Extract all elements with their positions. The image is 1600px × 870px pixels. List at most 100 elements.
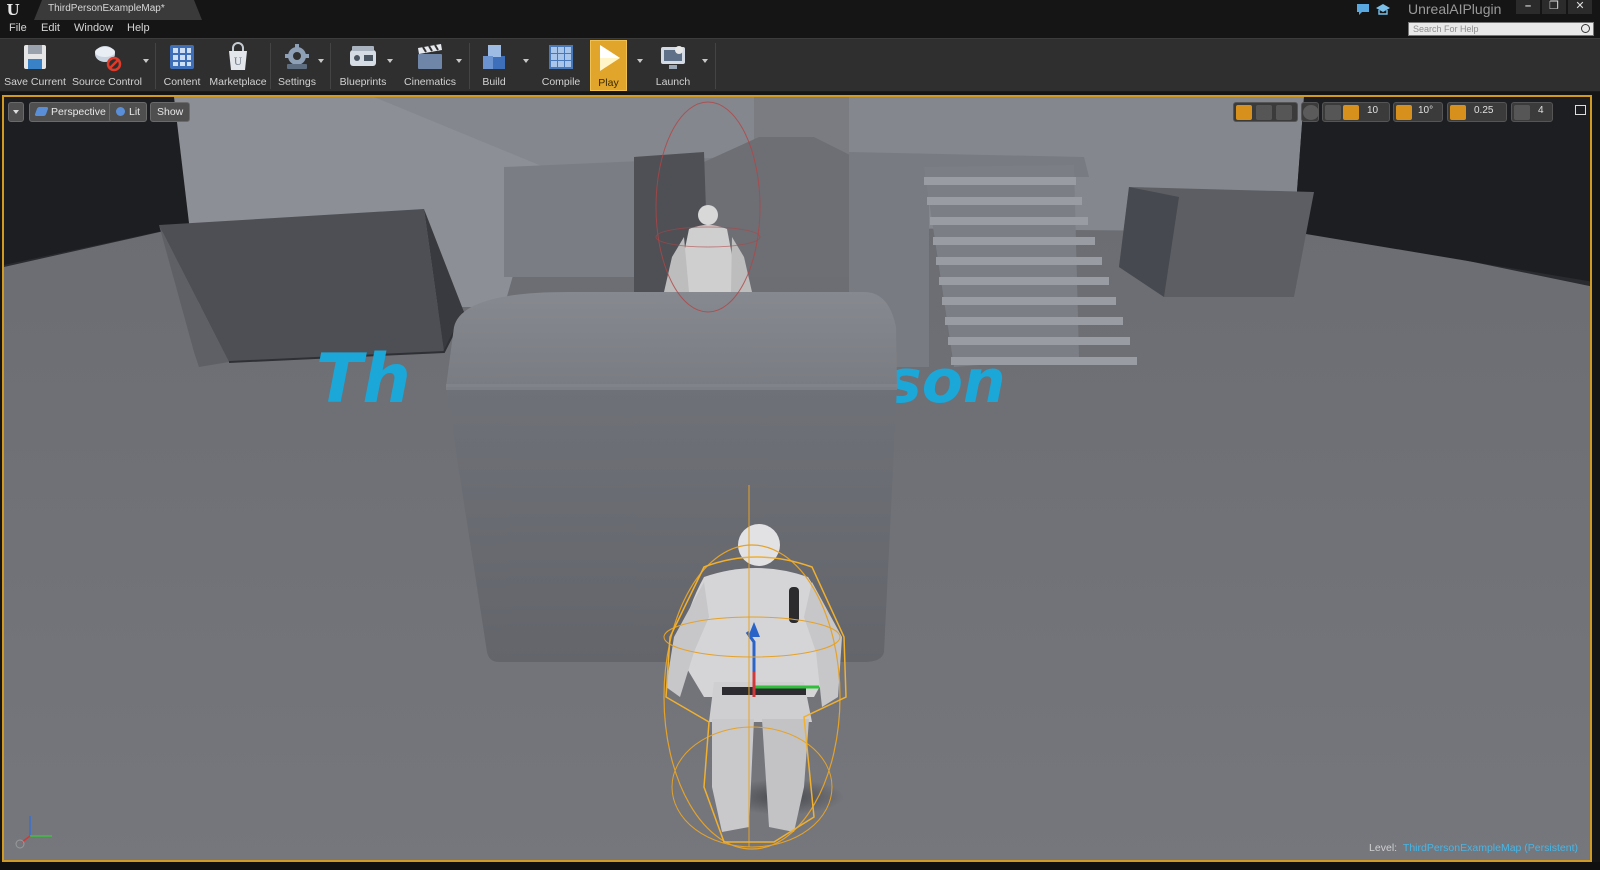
save-icon — [24, 45, 46, 69]
transform-mode-group — [1233, 102, 1298, 122]
build-label: Build — [482, 76, 506, 88]
document-tab[interactable]: ThirdPersonExampleMap* — [34, 0, 202, 20]
level-viewport[interactable]: Th son Perspective Lit Show 10 10° 0.25 … — [2, 95, 1592, 862]
close-button[interactable]: ✕ — [1568, 0, 1592, 14]
settings-icon — [285, 44, 309, 69]
coordinate-space-group — [1301, 102, 1319, 122]
scale-snap-icon[interactable] — [1450, 105, 1466, 120]
graduation-cap-icon[interactable] — [1376, 3, 1390, 16]
grid-snap-icon[interactable] — [1343, 105, 1359, 120]
restore-button[interactable]: ❐ — [1542, 0, 1566, 14]
blueprints-label: Blueprints — [339, 76, 387, 88]
blueprints-dropdown-icon[interactable] — [387, 59, 393, 63]
rotation-snap-icon[interactable] — [1396, 105, 1412, 120]
launch-dropdown-icon[interactable] — [702, 59, 708, 63]
translate-icon[interactable] — [1236, 105, 1252, 120]
perspective-button[interactable]: Perspective — [29, 102, 113, 122]
camera-speed-group: 4 — [1511, 102, 1553, 122]
level-label: Level: — [1369, 842, 1398, 854]
save-current-button[interactable]: Save Current — [4, 40, 66, 91]
lit-button[interactable]: Lit — [109, 102, 148, 122]
camera-speed-value[interactable]: 4 — [1538, 105, 1544, 116]
svg-text:U: U — [234, 57, 242, 68]
chat-bubble-icon[interactable] — [1356, 3, 1370, 16]
scale-icon[interactable] — [1276, 105, 1292, 120]
viewport-options-button[interactable] — [8, 102, 24, 122]
toolbar-separator — [715, 43, 716, 89]
perspective-label: Perspective — [51, 106, 106, 118]
content-button[interactable]: Content — [159, 40, 205, 91]
minimize-button[interactable]: – — [1516, 0, 1540, 14]
settings-button[interactable]: Settings — [274, 40, 320, 91]
grid-snap-value[interactable]: 10 — [1367, 105, 1378, 116]
lit-label: Lit — [129, 106, 141, 118]
rotate-icon[interactable] — [1256, 105, 1272, 120]
menu-help[interactable]: Help — [127, 22, 150, 34]
build-icon — [483, 45, 505, 69]
play-label: Play — [598, 77, 619, 89]
viewport-scene[interactable]: Th son — [4, 97, 1592, 862]
rotation-snap-value[interactable]: 10° — [1418, 105, 1433, 116]
source-control-icon — [95, 46, 122, 72]
blueprints-icon — [350, 46, 376, 66]
surface-snap-icon[interactable] — [1325, 105, 1341, 120]
build-button[interactable]: Build — [473, 40, 515, 91]
toolbar-separator — [270, 43, 271, 89]
status-bar — [0, 862, 1600, 870]
help-search-input[interactable]: Search For Help — [1408, 22, 1594, 36]
play-dropdown-icon[interactable] — [637, 59, 643, 63]
play-icon — [599, 45, 620, 71]
play-button[interactable]: Play — [590, 40, 627, 91]
launch-label: Launch — [655, 76, 691, 88]
floor-text-left: Th — [316, 340, 411, 419]
toolbar-separator — [330, 43, 331, 89]
content-label: Content — [163, 76, 201, 88]
floor-text-right: son — [886, 347, 1006, 417]
blueprints-button[interactable]: Blueprints — [334, 40, 392, 91]
main-toolbar: Save Current Source Control Content U Ma… — [0, 38, 1600, 92]
maximize-viewport-icon[interactable] — [1575, 105, 1586, 115]
axis-gizmo-icon — [15, 816, 52, 849]
toolbar-separator — [155, 43, 156, 89]
show-button[interactable]: Show — [150, 102, 191, 122]
source-control-label: Source Control — [71, 76, 143, 88]
scale-snap-group: 0.25 — [1447, 102, 1507, 122]
marketplace-button[interactable]: U Marketplace — [208, 40, 268, 91]
menu-file[interactable]: File — [9, 22, 27, 34]
search-icon[interactable] — [1581, 24, 1590, 33]
menu-bar: File Edit Window Help — [0, 20, 1600, 38]
compile-label: Compile — [541, 76, 581, 88]
settings-dropdown-icon[interactable] — [318, 59, 324, 63]
cinematics-button[interactable]: Cinematics — [400, 40, 460, 91]
compile-button[interactable]: Compile — [536, 40, 586, 91]
scale-snap-value[interactable]: 0.25 — [1474, 105, 1493, 116]
save-current-label: Save Current — [4, 76, 66, 88]
project-name: UnrealAIPlugin — [1408, 1, 1502, 17]
lit-icon — [116, 107, 125, 116]
camera-speed-icon[interactable] — [1514, 105, 1530, 120]
level-indicator: Level: ThirdPersonExampleMap (Persistent… — [1369, 842, 1578, 854]
menu-window[interactable]: Window — [74, 22, 113, 34]
document-tab-label: ThirdPersonExampleMap* — [48, 3, 165, 14]
compile-icon — [549, 45, 573, 69]
launch-button[interactable]: Launch — [650, 40, 696, 91]
marketplace-label: Marketplace — [209, 76, 267, 88]
rotation-snap-group: 10° — [1393, 102, 1443, 122]
title-bar: U ThirdPersonExampleMap* UnrealAIPlugin … — [0, 0, 1600, 20]
chevron-down-icon — [13, 110, 19, 114]
build-dropdown-icon[interactable] — [523, 59, 529, 63]
source-control-dropdown-icon[interactable] — [143, 59, 149, 63]
world-icon[interactable] — [1303, 105, 1319, 120]
marketplace-icon: U — [229, 42, 247, 70]
source-control-button[interactable]: Source Control — [70, 40, 144, 91]
launch-icon — [661, 46, 685, 69]
cinematics-dropdown-icon[interactable] — [456, 59, 462, 63]
cinematics-label: Cinematics — [404, 76, 456, 88]
perspective-icon — [34, 107, 49, 116]
show-label: Show — [157, 106, 184, 118]
toolbar-separator — [469, 43, 470, 89]
content-icon — [170, 45, 194, 69]
settings-label: Settings — [278, 76, 316, 88]
unreal-logo-icon[interactable]: U — [2, 1, 24, 19]
menu-edit[interactable]: Edit — [41, 22, 60, 34]
